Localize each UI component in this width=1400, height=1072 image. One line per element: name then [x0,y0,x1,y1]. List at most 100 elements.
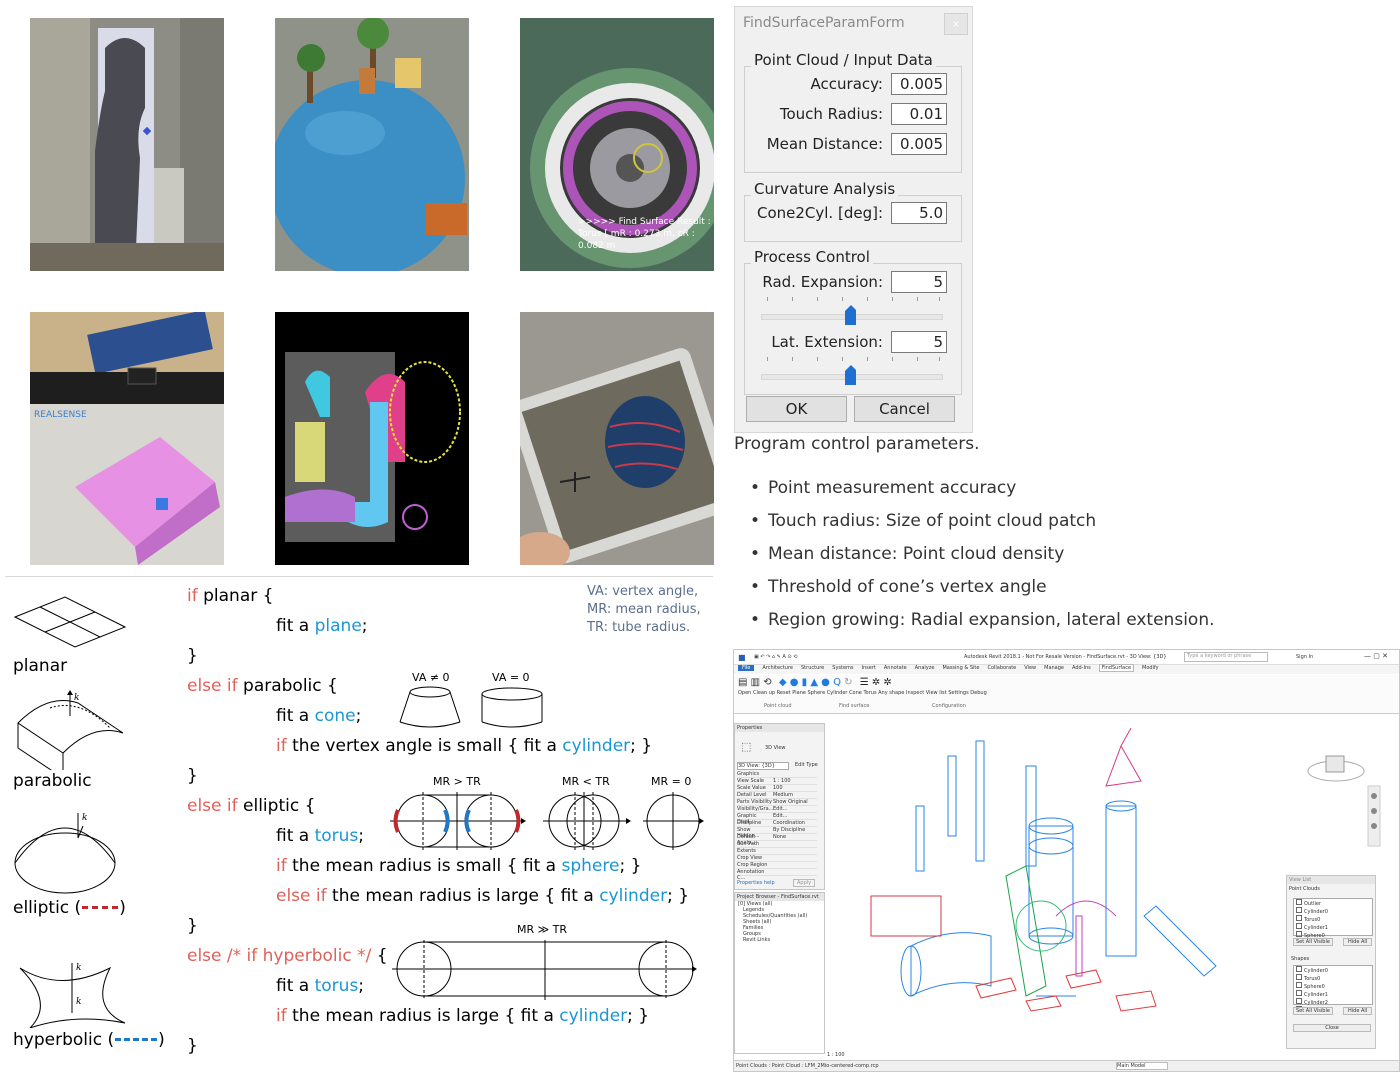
tab[interactable]: Architecture [762,665,793,671]
property-row[interactable]: Graphic Displ... Edit... [737,813,817,825]
cone2cyl-field[interactable]: 5.0 [891,202,947,224]
code-line-14: fit a torus; [276,976,365,996]
tab[interactable]: Collaborate [987,665,1016,671]
checkbox-item[interactable]: Torus0 [1294,915,1372,923]
property-row[interactable]: Parts Visibility Show Original [737,799,817,806]
lat-extension-field[interactable]: 5 [891,331,947,353]
checkbox-item[interactable]: Sphere0 [1294,982,1372,990]
tool-labels: Open Clean up Reset Plane Sphere Cylinde… [738,690,987,696]
hyperbolic-label: hyperbolic () [13,1030,165,1050]
close-button[interactable]: Close [1293,1024,1371,1032]
code-line-9: fit a torus; [276,826,365,846]
result-overlay-line2: Torus [ mR : 0.273 m, cR : 0.082 m [578,229,695,251]
apply-button[interactable]: Apply [793,879,816,887]
ok-button[interactable]: OK [746,396,847,422]
rad-expansion-thumb[interactable] [844,305,856,325]
hide-all-button[interactable]: Hide All [1343,1007,1373,1015]
tab[interactable]: Manage [1044,665,1064,671]
status-bar: Point Clouds : Point Cloud : LFM_2Mio-ce… [734,1060,1399,1071]
tab[interactable]: View [1024,665,1036,671]
checkbox-item[interactable]: Cylinder0 [1294,907,1372,915]
divider [5,576,713,577]
tab[interactable]: Add-Ins [1072,665,1091,671]
bullet-item: Region growing: Radial expansion, latera… [748,610,1215,643]
window-controls[interactable]: — ▢ ✕ [1364,652,1388,660]
property-row[interactable]: Extents [737,848,817,855]
svg-text:k: k [76,963,81,973]
property-row[interactable]: Default Analy... None [737,834,817,846]
mean-distance-field[interactable]: 0.005 [891,133,947,155]
mean-distance-label: Mean Distance: [766,135,883,153]
tab-file[interactable]: File [738,665,755,671]
tab[interactable]: Analyze [915,665,935,671]
group-point-cloud-label: Point Cloud / Input Data [751,51,936,69]
property-row[interactable]: Visibility/Gra... Edit... [737,806,817,813]
tab[interactable]: Modify [1142,665,1159,671]
hide-all-button[interactable]: Hide All [1343,938,1373,946]
tile-projected-cylinder [30,18,224,271]
revit-app-icon[interactable]: ■ [738,653,746,662]
properties-help-link[interactable]: Properties help [737,880,775,886]
quick-access-toolbar[interactable]: ▣ ↶ ↷ ⌂ ✎ A ⊙ ⟲ [754,654,797,660]
legend-tr: TR: tube radius. [587,620,691,635]
lat-extension-label: Lat. Extension: [771,333,883,351]
property-row[interactable]: Discipline Coordination [737,820,817,827]
set-all-visible-button[interactable]: Set All Visible [1293,938,1333,946]
properties-panel: Properties ⬚ 3D View 3D View: {3D} Edit … [734,723,825,890]
bullet-item: Point measurement accuracy [748,478,1215,511]
checkbox-item[interactable]: Cylinder0 [1294,966,1372,974]
sign-in[interactable]: Sign In [1296,654,1313,660]
checkbox-item[interactable]: Cylinder1 [1294,990,1372,998]
tab[interactable]: Annotate [884,665,907,671]
lat-extension-thumb[interactable] [844,365,856,385]
tile-balloon-sphere [275,18,469,271]
ribbon-icons[interactable]: ▤ ▥ ⟲ ◆ ● ▮ ▲ ● Q ↻ ☰ ✲ ✲ [738,677,892,688]
edit-type-button[interactable]: Edit Type [795,762,818,768]
point-clouds-label: Point Clouds [1289,886,1320,892]
property-row[interactable]: Sun Path [737,841,817,848]
property-row[interactable]: Show Hidden... By Discipline [737,827,817,839]
tile-realsense-box: REALSENSE [30,312,224,565]
model-select[interactable]: Main Model [1116,1062,1168,1070]
search-input[interactable]: Type a keyword or phrase [1184,652,1268,662]
hyperbolic-diagram: k k [19,963,126,1028]
checkbox-item[interactable]: Cylinder1 [1294,923,1372,931]
property-row[interactable]: Annotation C... [737,869,817,881]
point-clouds-list[interactable]: OutlierCylinder0Torus0Cylinder1Sphere0Cy… [1293,898,1373,947]
tab[interactable]: Structure [801,665,824,671]
mr-gg-label: MR ≫ TR [517,923,568,936]
set-all-visible-button[interactable]: Set All Visible [1293,1007,1333,1015]
navigation-bar[interactable] [1367,785,1381,847]
checkbox-item[interactable]: Torus0 [1294,974,1372,982]
checkbox-item[interactable]: Cylinder2 [1294,998,1372,1006]
view-select[interactable]: 3D View: {3D} [737,762,789,770]
property-row[interactable]: Crop Region ... [737,862,817,874]
group-curvature-label: Curvature Analysis [751,180,899,198]
touch-radius-field[interactable]: 0.01 [891,103,947,125]
browser-item[interactable]: Revit Links [735,937,824,943]
property-row[interactable]: Graphics [737,771,817,778]
property-row[interactable]: Crop View [737,855,817,862]
shapes-list[interactable]: Cylinder0 Torus0 Sphere0 Cylinder1 Cylinder2… [1293,965,1373,1014]
view-scale[interactable]: 1 : 100 [827,1052,845,1058]
ribbon-tabs: File Architecture Structure Systems Insert An… [734,664,1399,674]
tab[interactable]: Insert [862,665,876,671]
property-row[interactable]: View Scale 1 : 100 [737,778,817,785]
planar-diagram [13,596,127,648]
property-row[interactable]: Scale Value 100 [737,785,817,792]
property-row[interactable]: Detail Level Medium [737,792,817,799]
rad-expansion-field[interactable]: 5 [891,271,947,293]
code-line-16: } [187,1036,198,1056]
checkbox-item[interactable]: Outlier [1294,899,1372,907]
tab[interactable]: Massing & Site [942,665,979,671]
view-list-title: View List [1287,876,1375,884]
tab[interactable]: Systems [832,665,853,671]
close-button[interactable]: × [944,13,968,35]
cancel-button[interactable]: Cancel [854,396,955,422]
find-surface-param-dialog: FindSurfaceParamForm × Point Cloud / Inp… [734,6,973,433]
group-find-surface-caption: Find surface [839,703,870,709]
touch-radius-label: Touch Radius: [779,105,883,123]
tab-findsurface[interactable]: FindSurface [1098,664,1135,672]
accuracy-field[interactable]: 0.005 [891,73,947,95]
code-line-10: if the mean radius is small { fit a sphe… [276,856,642,876]
